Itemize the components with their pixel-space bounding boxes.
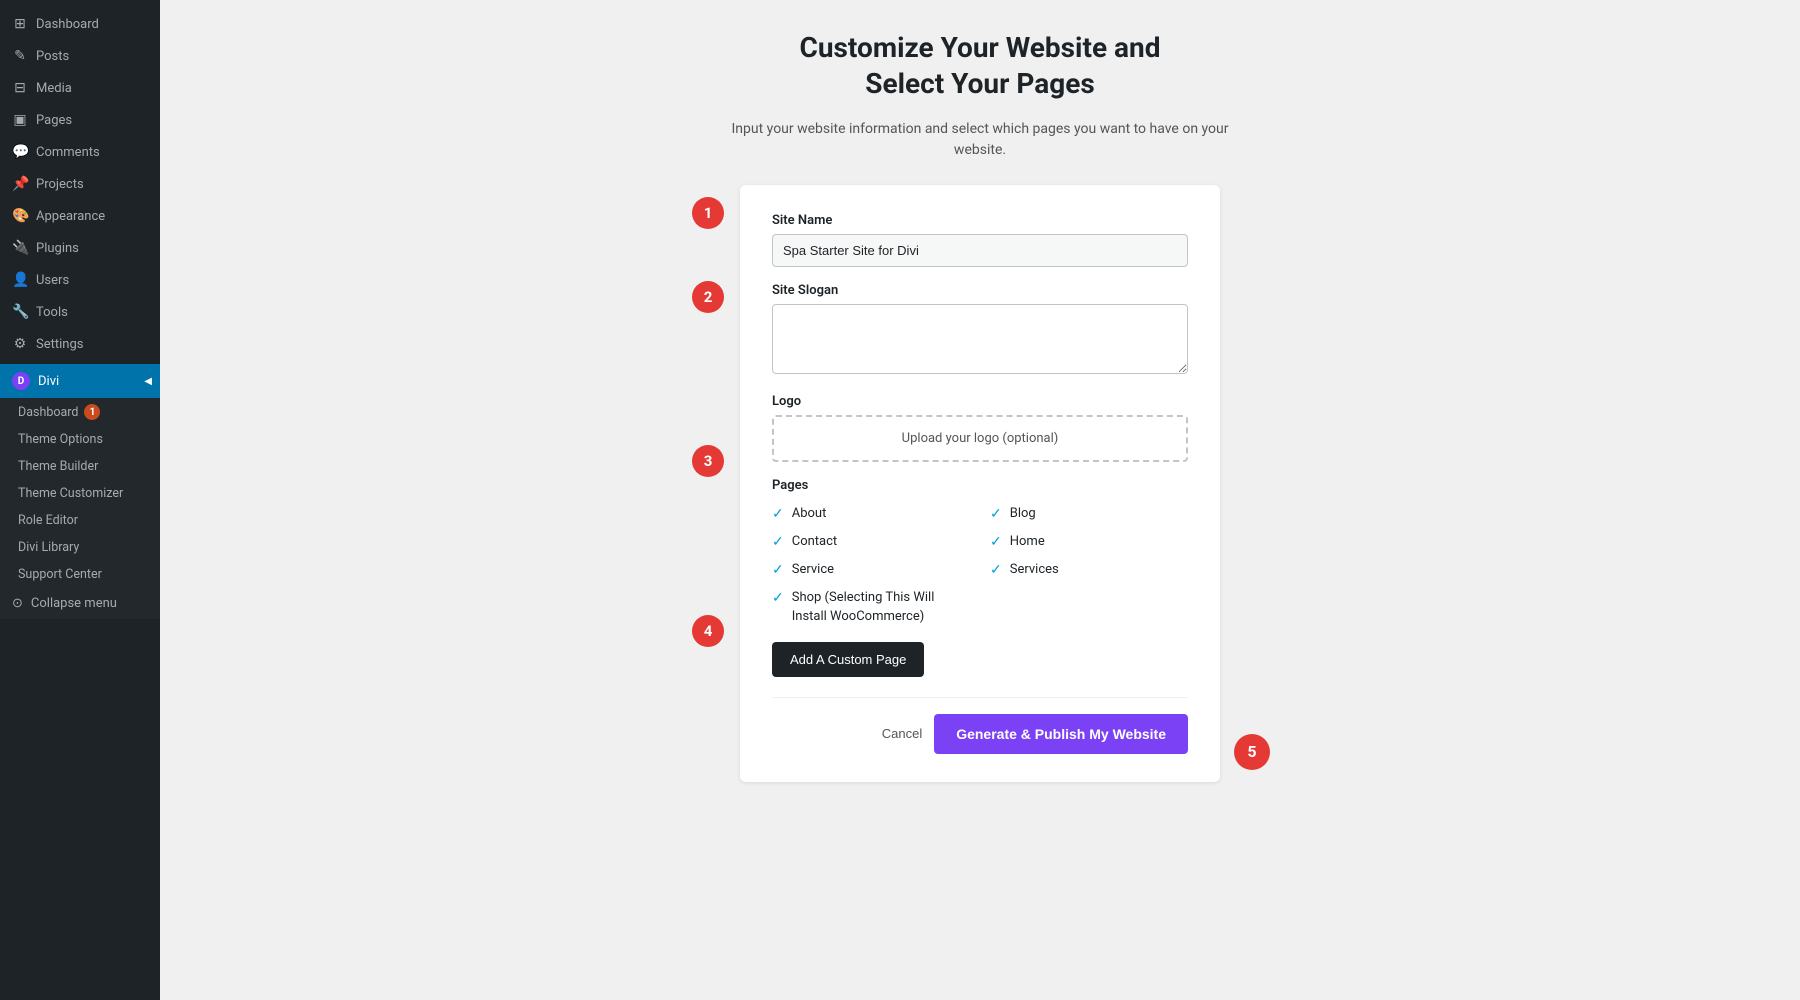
cancel-button[interactable]: Cancel [882,726,922,741]
check-icon-shop: ✓ [772,590,784,606]
media-icon: ⊟ [12,80,28,96]
check-icon-home: ✓ [990,534,1002,550]
page-title: Customize Your Website and Select Your P… [800,30,1161,103]
step-1-badge: 1 [692,197,724,229]
page-item-contact[interactable]: ✓ Contact [772,533,970,551]
check-icon-service: ✓ [772,562,784,578]
divi-sub-item-theme-builder[interactable]: Theme Builder [0,453,160,480]
divi-header[interactable]: D Divi ◀ [0,364,160,398]
step-3-badge: 3 [692,445,724,477]
customize-form-card: Site Name Site Slogan Logo Upload your l… [740,185,1220,782]
card-footer: Cancel Generate & Publish My Website [772,697,1188,754]
collapse-menu[interactable]: ⊙ Collapse menu [0,588,160,619]
step-5-badge: 5 [1234,734,1270,770]
pages-label: Pages [772,478,1188,493]
collapse-icon: ⊙ [12,596,23,611]
plugins-icon: 🔌 [12,240,28,256]
page-subtitle: Input your website information and selec… [730,119,1230,161]
page-item-home[interactable]: ✓ Home [990,533,1188,551]
sidebar-item-dashboard[interactable]: ⊞ Dashboard [0,8,160,40]
sidebar-item-settings[interactable]: ⚙ Settings [0,328,160,360]
sidebar-item-projects[interactable]: 📌 Projects [0,168,160,200]
sidebar-item-tools[interactable]: 🔧 Tools [0,296,160,328]
settings-icon: ⚙ [12,336,28,352]
site-name-input[interactable] [772,234,1188,267]
sidebar-item-appearance[interactable]: 🎨 Appearance [0,200,160,232]
divi-sub-item-theme-options[interactable]: Theme Options [0,426,160,453]
sidebar-item-media[interactable]: ⊟ Media [0,72,160,104]
appearance-icon: 🎨 [12,208,28,224]
page-item-blog[interactable]: ✓ Blog [990,505,1188,523]
divi-sub-item-dashboard[interactable]: Dashboard 1 [0,398,160,426]
page-item-about[interactable]: ✓ About [772,505,970,523]
divi-sub-item-support-center[interactable]: Support Center [0,561,160,588]
logo-label: Logo [772,394,1188,409]
divi-sub-item-theme-customizer[interactable]: Theme Customizer [0,480,160,507]
divi-logo: D [12,372,30,390]
divi-arrow-icon: ◀ [144,376,152,387]
add-custom-page-button[interactable]: Add A Custom Page [772,642,924,677]
sidebar-item-posts[interactable]: ✎ Posts [0,40,160,72]
comments-icon: 💬 [12,144,28,160]
sidebar-item-comments[interactable]: 💬 Comments [0,136,160,168]
main-content: Customize Your Website and Select Your P… [160,0,1800,1000]
card-wrapper: 1 2 3 4 5 Site Name Site Slogan Logo Upl… [740,185,1220,782]
posts-icon: ✎ [12,48,28,64]
step-4-badge: 4 [692,615,724,647]
check-icon-blog: ✓ [990,506,1002,522]
publish-button[interactable]: Generate & Publish My Website [934,714,1188,754]
projects-icon: 📌 [12,176,28,192]
sidebar-item-plugins[interactable]: 🔌 Plugins [0,232,160,264]
dashboard-badge: 1 [84,404,100,420]
step-2-badge: 2 [692,281,724,313]
page-item-shop[interactable]: ✓ Shop (Selecting This Will Install WooC… [772,589,970,625]
sidebar: ⊞ Dashboard ✎ Posts ⊟ Media ▣ Pages 💬 Co… [0,0,160,1000]
check-icon-about: ✓ [772,506,784,522]
pages-grid: ✓ About ✓ Blog ✓ Contact ✓ Home [772,505,1188,626]
sidebar-item-users[interactable]: 👤 Users [0,264,160,296]
dashboard-icon: ⊞ [12,16,28,32]
divi-sub-item-role-editor[interactable]: Role Editor [0,507,160,534]
page-item-service[interactable]: ✓ Service [772,561,970,579]
divi-sub-item-divi-library[interactable]: Divi Library [0,534,160,561]
pages-icon: ▣ [12,112,28,128]
site-slogan-input[interactable] [772,304,1188,374]
check-icon-contact: ✓ [772,534,784,550]
sidebar-item-pages[interactable]: ▣ Pages [0,104,160,136]
check-icon-services: ✓ [990,562,1002,578]
site-name-label: Site Name [772,213,1188,228]
logo-upload-area[interactable]: Upload your logo (optional) [772,415,1188,462]
site-slogan-label: Site Slogan [772,283,1188,298]
page-item-services[interactable]: ✓ Services [990,561,1188,579]
tools-icon: 🔧 [12,304,28,320]
divi-section: D Divi ◀ Dashboard 1 Theme Options Theme… [0,364,160,619]
users-icon: 👤 [12,272,28,288]
divi-submenu: Dashboard 1 Theme Options Theme Builder … [0,398,160,588]
